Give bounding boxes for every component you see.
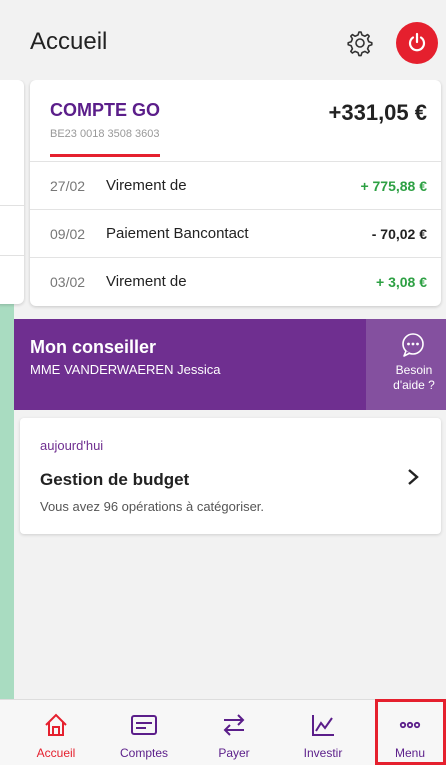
- nav-item-accueil[interactable]: Accueil: [13, 700, 99, 765]
- transaction-date: 27/02: [50, 177, 86, 194]
- nav-label: Payer: [218, 746, 250, 760]
- page-title: Accueil: [30, 28, 108, 55]
- chat-bubble-icon: [402, 333, 424, 357]
- transaction-date: 09/02: [50, 225, 86, 242]
- transaction-label: Virement de: [106, 273, 187, 290]
- budget-title: Gestion de budget: [40, 470, 190, 489]
- nav-label: Menu: [394, 746, 426, 760]
- account-iban: BE23 0018 3508 3603: [50, 128, 160, 140]
- transaction-amount: - 70,02 €: [371, 225, 427, 242]
- nav-label: Accueil: [36, 746, 76, 760]
- help-button[interactable]: Besoin d'aide ?: [366, 319, 446, 410]
- transfer-icon: [223, 714, 245, 736]
- chevron-right-icon: [408, 469, 419, 485]
- card-icon: [131, 715, 157, 735]
- advisor-name: MME VANDERWAEREN Jessica: [30, 362, 221, 377]
- transaction-label: Paiement Bancontact: [106, 225, 249, 242]
- app-screen: Accueil COMPTE GO BE23 0018 3508 3603 +3…: [0, 0, 446, 765]
- advisor-banner: Mon conseiller MME VANDERWAEREN Jessica …: [14, 319, 446, 410]
- bottom-nav: Accueil Comptes Payer Investir Menu: [0, 699, 446, 765]
- account-card[interactable]: COMPTE GO BE23 0018 3508 3603 +331,05 € …: [30, 80, 441, 306]
- gear-icon[interactable]: [344, 28, 374, 58]
- home-icon: [45, 713, 67, 736]
- account-balance: +331,05 €: [328, 100, 427, 125]
- transaction-row[interactable]: 09/02 Paiement Bancontact - 70,02 €: [30, 209, 441, 257]
- header: Accueil: [0, 0, 446, 80]
- budget-date: aujourd'hui: [40, 438, 104, 453]
- power-icon: [408, 32, 426, 52]
- budget-card[interactable]: aujourd'hui Gestion de budget Vous avez …: [20, 418, 441, 534]
- advisor-info[interactable]: Mon conseiller MME VANDERWAEREN Jessica: [14, 319, 366, 410]
- budget-subtitle: Vous avez 96 opérations à catégoriser.: [40, 499, 265, 514]
- help-label: Besoin d'aide ?: [393, 363, 435, 392]
- nav-label: Investir: [303, 746, 343, 760]
- account-name: COMPTE GO: [50, 100, 161, 120]
- nav-item-comptes[interactable]: Comptes: [101, 700, 187, 765]
- account-underline: [50, 154, 160, 157]
- previous-account-card[interactable]: [0, 80, 24, 304]
- chart-icon: [312, 715, 334, 736]
- transaction-amount: + 3,08 €: [376, 273, 427, 290]
- nav-item-menu[interactable]: Menu: [367, 700, 446, 765]
- advisor-title: Mon conseiller: [30, 337, 157, 357]
- transaction-label: Virement de: [106, 177, 187, 194]
- nav-item-investir[interactable]: Investir: [280, 700, 366, 765]
- logout-button[interactable]: [396, 22, 438, 64]
- more-icon: [399, 721, 421, 729]
- transaction-amount: + 775,88 €: [360, 177, 427, 194]
- nav-item-payer[interactable]: Payer: [191, 700, 277, 765]
- nav-label: Comptes: [119, 746, 169, 760]
- transaction-row[interactable]: 03/02 Virement de + 3,08 €: [30, 257, 441, 305]
- transaction-date: 03/02: [50, 273, 86, 290]
- transaction-row[interactable]: 27/02 Virement de + 775,88 €: [30, 161, 441, 209]
